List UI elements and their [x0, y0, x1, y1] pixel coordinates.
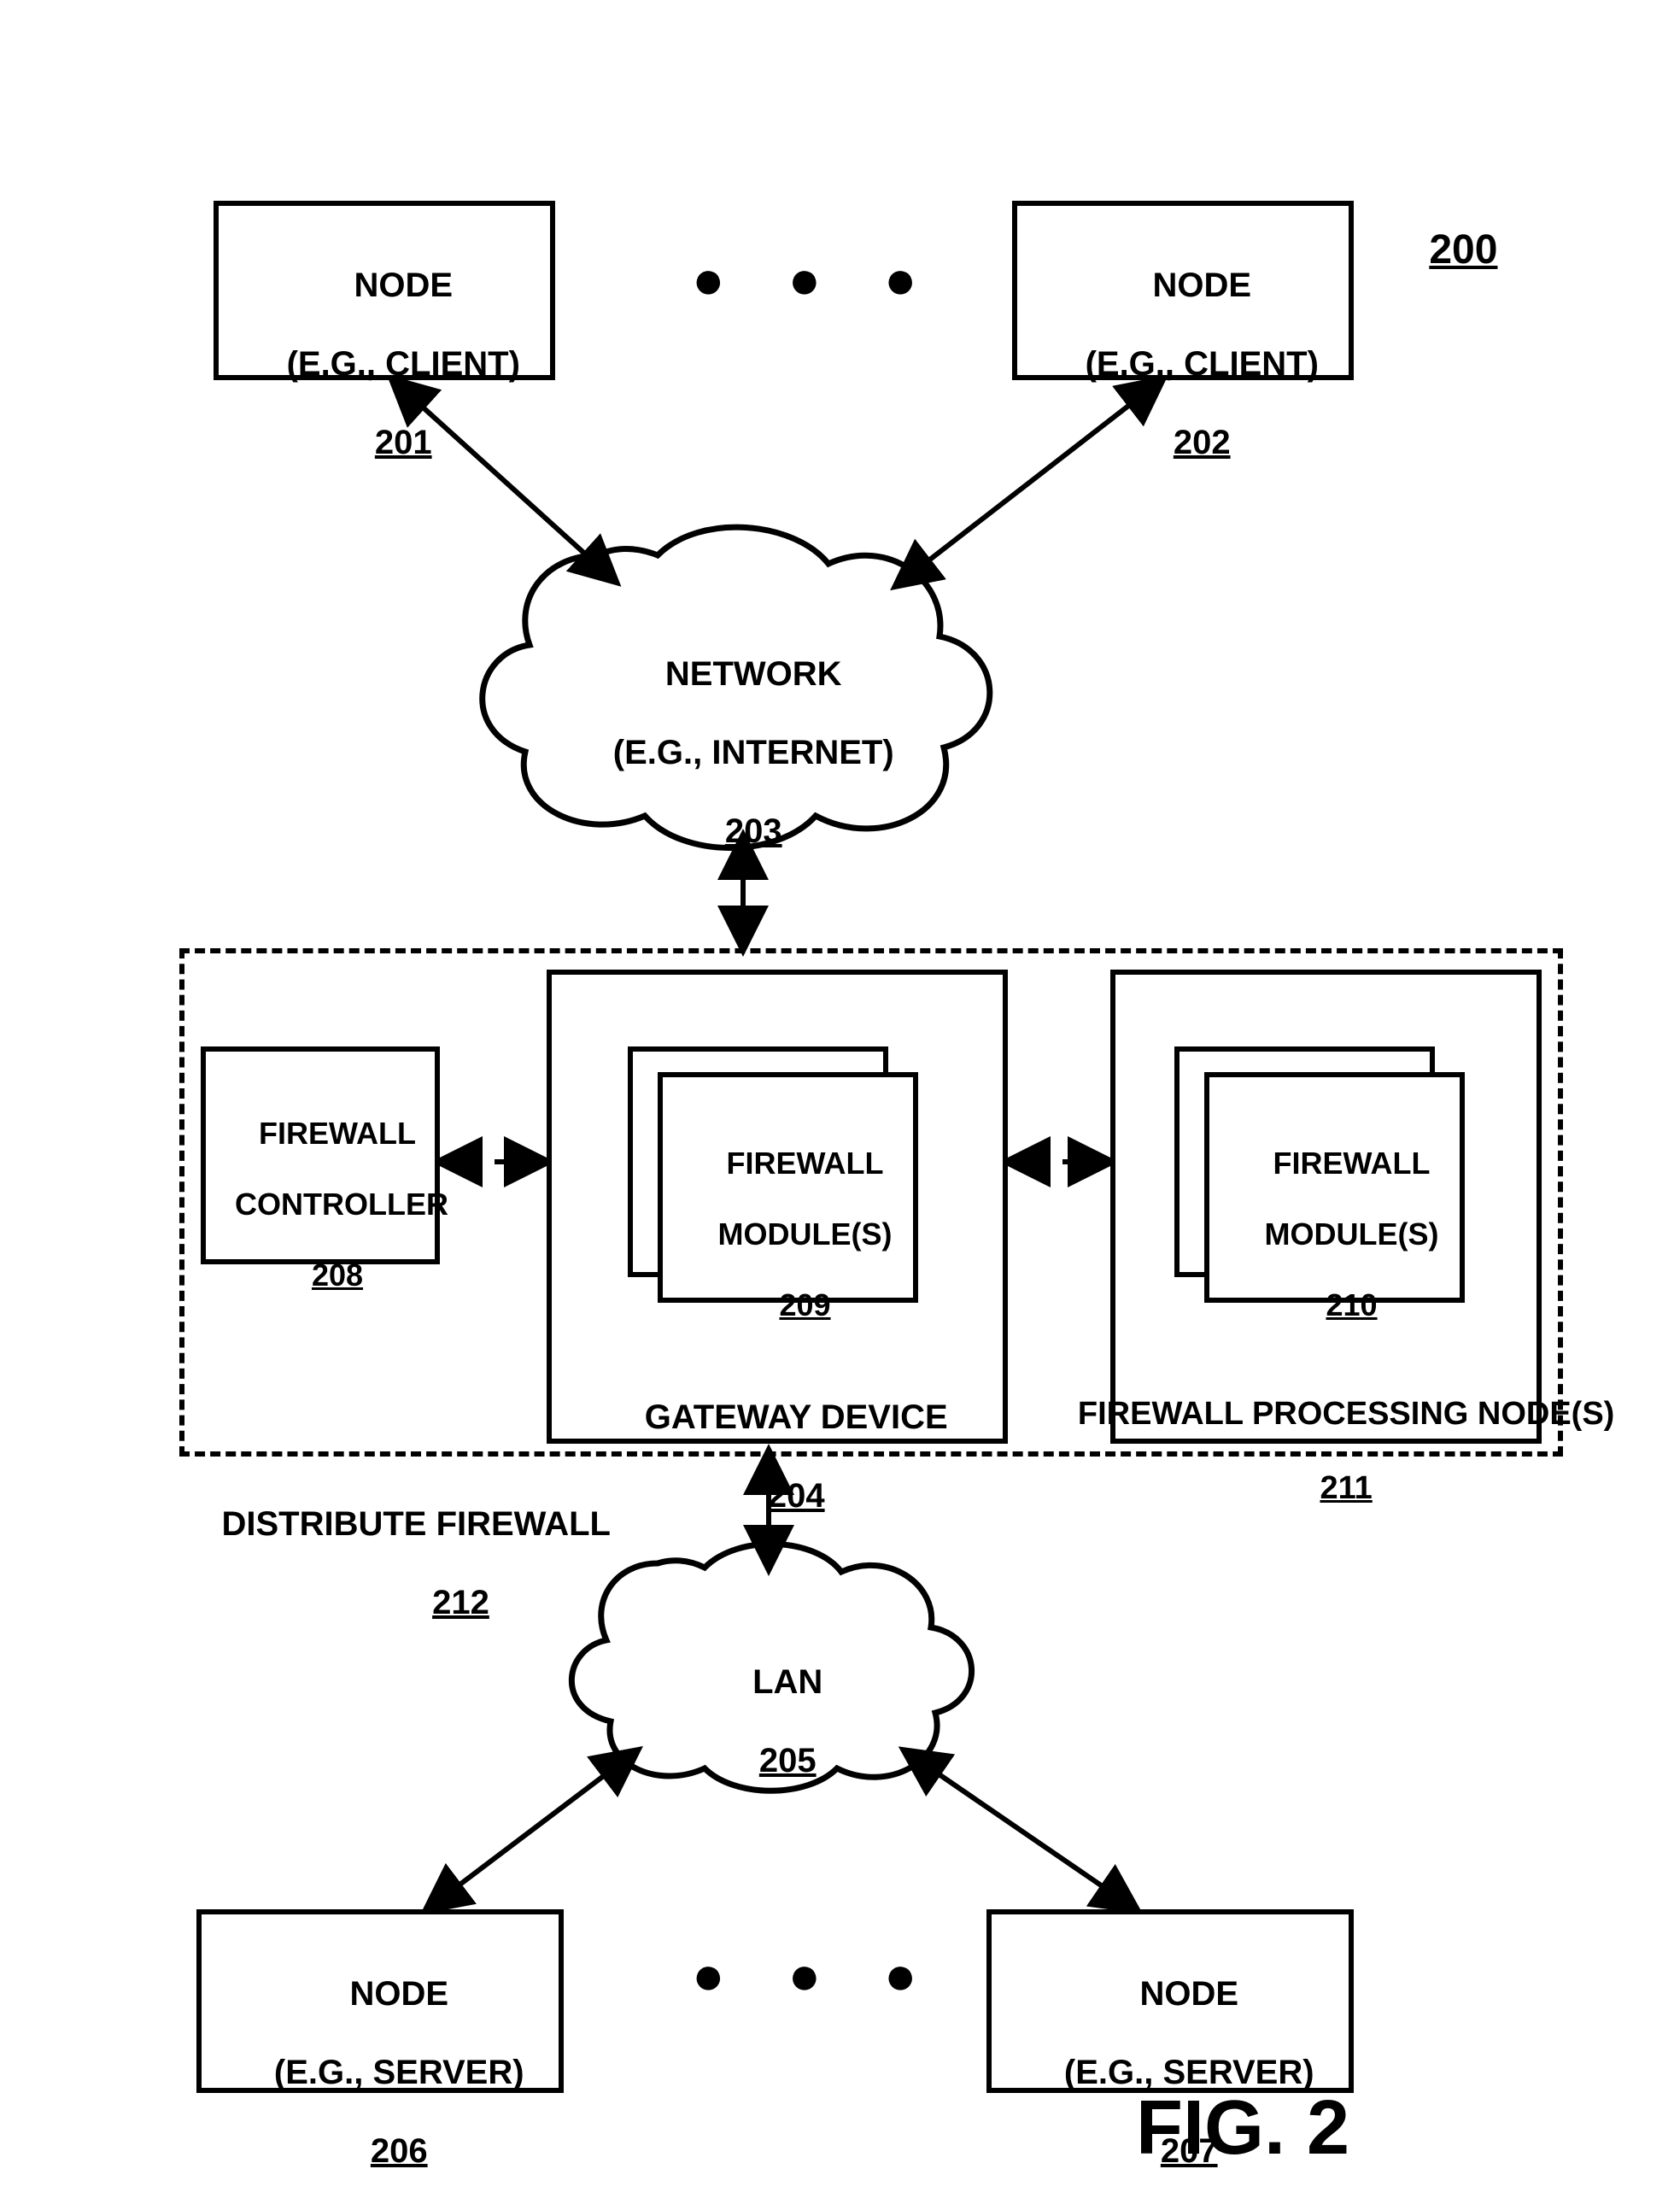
figure-label: FIG. 2	[1136, 2084, 1349, 2173]
top-ellipsis: ● ● ●	[692, 248, 941, 311]
firewall-module-pn-label: FIREWALL MODULE(S) 210	[1204, 1111, 1465, 1358]
node-server-1-label: NODE (E.G., SERVER) 206	[196, 1935, 564, 2210]
bottom-ellipsis: ● ● ●	[692, 1943, 941, 2007]
gateway-device-label: GATEWAY DEVICE 204	[547, 1358, 1008, 1555]
network-label: NETWORK (E.G., INTERNET) 203	[555, 615, 914, 890]
lan-label: LAN 205	[666, 1623, 871, 1820]
node-client-2-label: NODE (E.G., CLIENT) 202	[1012, 226, 1354, 501]
firewall-controller-label: FIREWALL CONTROLLER 208	[201, 1081, 440, 1328]
firewall-module-gw-label: FIREWALL MODULE(S) 209	[658, 1111, 918, 1358]
firewall-processing-nodes-label: FIREWALL PROCESSING NODE(S) 211	[1004, 1358, 1653, 1545]
figure-id: 200	[1384, 179, 1497, 321]
node-client-1-label: NODE (E.G., CLIENT) 201	[214, 226, 555, 501]
